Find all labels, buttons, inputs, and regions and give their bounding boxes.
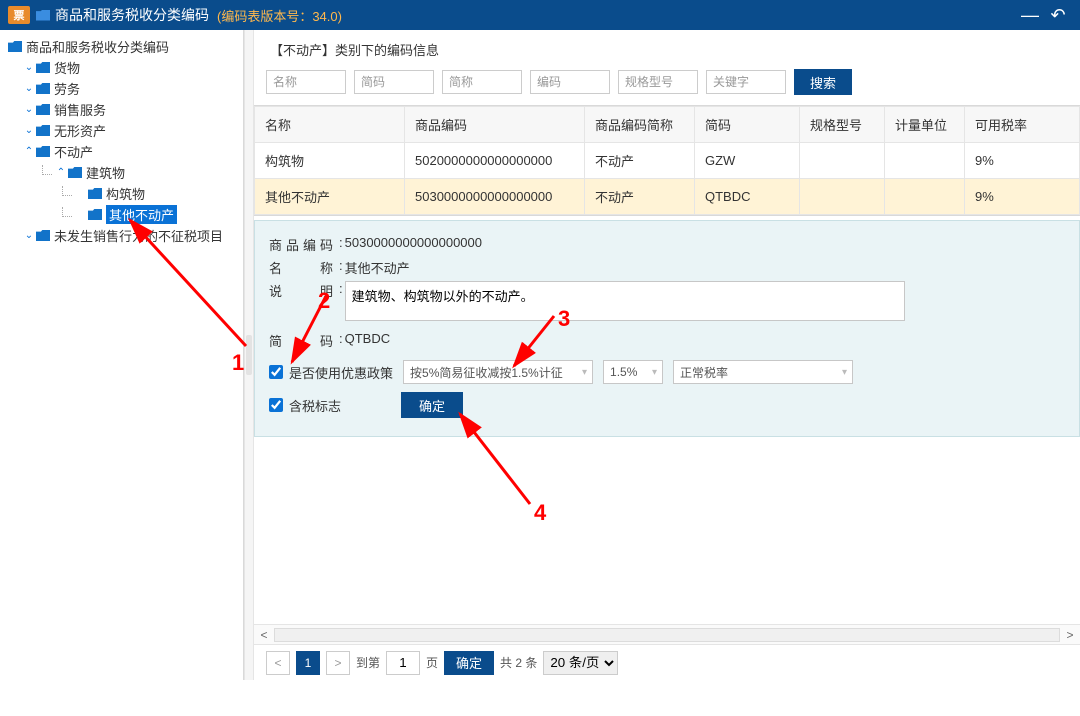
scroll-left-icon[interactable]: < xyxy=(254,628,274,642)
scroll-right-icon[interactable]: > xyxy=(1060,628,1080,642)
version-label: (编码表版本号：34.0) xyxy=(217,6,342,25)
expand-icon[interactable]: ⌄ xyxy=(22,83,36,94)
page-unit: 页 xyxy=(426,654,438,671)
window-title: 商品和服务税收分类编码 xyxy=(55,5,209,25)
filter-name[interactable] xyxy=(266,70,346,94)
tree-node-goods[interactable]: ⌄ 货物 xyxy=(4,57,239,78)
expand-icon[interactable]: ⌄ xyxy=(22,125,36,136)
table-row-selected[interactable]: 其他不动产 5030000000000000000 不动产 QTBDC 9% xyxy=(255,179,1080,215)
tree-label: 商品和服务税收分类编码 xyxy=(26,37,169,56)
filter-keyword[interactable] xyxy=(706,70,786,94)
use-policy-checkbox[interactable]: 是否使用优惠政策 xyxy=(269,363,393,382)
splitter[interactable] xyxy=(244,30,254,680)
page-prev-button[interactable]: < xyxy=(266,651,290,675)
expand-icon[interactable]: ⌄ xyxy=(22,104,36,115)
checkbox-icon[interactable] xyxy=(269,365,283,379)
tree-root[interactable]: 商品和服务税收分类编码 xyxy=(4,36,239,57)
pagination-bar: < 1 > 到第 页 确定 共 2 条 20 条/页 xyxy=(254,644,1080,680)
desc-textarea[interactable]: 建筑物、构筑物以外的不动产。 xyxy=(345,281,905,321)
rate-note-select[interactable]: 正常税率 xyxy=(673,360,853,384)
minimize-button[interactable]: — xyxy=(1016,5,1044,26)
category-tree: 商品和服务税收分类编码 ⌄ 货物 ⌄ 劳务 ⌄ 销售服务 ⌄ 无形资产 ⌃ 不动产 ⌃ 建筑… xyxy=(0,30,244,680)
filter-shortname[interactable] xyxy=(442,70,522,94)
tree-node-realestate[interactable]: ⌃ 不动产 xyxy=(4,141,239,162)
collapse-icon[interactable]: ⌃ xyxy=(22,146,36,157)
label-name: 名 称 xyxy=(269,258,339,277)
checkbox-icon[interactable] xyxy=(269,398,283,412)
app-logo: 票 xyxy=(8,6,30,24)
page-1-button[interactable]: 1 xyxy=(296,651,320,675)
policy-select[interactable]: 按5%简易征收减按1.5%计征 xyxy=(403,360,593,384)
goto-page-input[interactable] xyxy=(386,651,420,675)
search-button[interactable]: 搜索 xyxy=(794,69,852,95)
total-count: 共 2 条 xyxy=(500,654,537,671)
use-policy-label: 是否使用优惠政策 xyxy=(289,363,393,382)
tree-node-other-realestate[interactable]: 其他不动产 xyxy=(4,204,239,225)
value-name: 其他不动产 xyxy=(345,258,410,277)
col-shortname[interactable]: 商品编码简称 xyxy=(585,107,695,143)
value-short: QTBDC xyxy=(345,331,391,346)
col-shortcode[interactable]: 简码 xyxy=(695,107,800,143)
tree-node-labor[interactable]: ⌄ 劳务 xyxy=(4,78,239,99)
col-code[interactable]: 商品编码 xyxy=(405,107,585,143)
page-size-select[interactable]: 20 条/页 xyxy=(543,651,618,675)
folder-icon xyxy=(36,10,50,21)
page-next-button[interactable]: > xyxy=(326,651,350,675)
tree-node-structure[interactable]: 构筑物 xyxy=(4,183,239,204)
label-short: 简 码 xyxy=(269,331,339,350)
tree-label: 建筑物 xyxy=(86,163,125,182)
filter-bar: 搜索 xyxy=(254,65,1080,105)
value-code: 5030000000000000000 xyxy=(345,235,482,250)
tree-node-intangible[interactable]: ⌄ 无形资产 xyxy=(4,120,239,141)
goto-label: 到第 xyxy=(356,654,380,671)
tax-flag-label: 含税标志 xyxy=(289,396,341,415)
filter-shortcode[interactable] xyxy=(354,70,434,94)
label-desc: 说 明 xyxy=(269,281,339,300)
results-table: 名称 商品编码 商品编码简称 简码 规格型号 计量单位 可用税率 构筑物 502… xyxy=(254,105,1080,216)
tax-flag-checkbox[interactable]: 含税标志 xyxy=(269,396,341,415)
tree-label: 未发生销售行为的不征税项目 xyxy=(54,226,223,245)
tree-label: 无形资产 xyxy=(54,121,106,140)
col-unit[interactable]: 计量单位 xyxy=(885,107,965,143)
label-code: 商品编码 xyxy=(269,235,339,254)
expand-icon[interactable]: ⌄ xyxy=(22,230,36,241)
tree-label: 构筑物 xyxy=(106,184,145,203)
tree-label: 劳务 xyxy=(54,79,80,98)
goto-confirm-button[interactable]: 确定 xyxy=(444,651,494,675)
filter-code[interactable] xyxy=(530,70,610,94)
table-header-row: 名称 商品编码 商品编码简称 简码 规格型号 计量单位 可用税率 xyxy=(255,107,1080,143)
horizontal-scrollbar[interactable]: < > xyxy=(254,624,1080,644)
tree-node-sales-service[interactable]: ⌄ 销售服务 xyxy=(4,99,239,120)
tree-label: 销售服务 xyxy=(54,100,106,119)
tree-label-selected: 其他不动产 xyxy=(106,205,177,224)
tree-node-nosale[interactable]: ⌄ 未发生销售行为的不征税项目 xyxy=(4,225,239,246)
filter-spec[interactable] xyxy=(618,70,698,94)
rate-select[interactable]: 1.5% xyxy=(603,360,663,384)
col-rate[interactable]: 可用税率 xyxy=(965,107,1080,143)
confirm-button[interactable]: 确定 xyxy=(401,392,463,418)
breadcrumb: 【不动产】类别下的编码信息 xyxy=(254,30,1080,65)
back-button[interactable]: ↶ xyxy=(1044,5,1072,26)
col-spec[interactable]: 规格型号 xyxy=(800,107,885,143)
collapse-icon[interactable]: ⌃ xyxy=(54,167,68,178)
title-bar: 票 商品和服务税收分类编码 (编码表版本号：34.0) — ↶ xyxy=(0,0,1080,30)
tree-label: 货物 xyxy=(54,58,80,77)
tree-label: 不动产 xyxy=(54,142,93,161)
col-name[interactable]: 名称 xyxy=(255,107,405,143)
detail-panel: 商品编码: 5030000000000000000 名 称: 其他不动产 说 明… xyxy=(254,220,1080,437)
table-row[interactable]: 构筑物 5020000000000000000 不动产 GZW 9% xyxy=(255,143,1080,179)
expand-icon[interactable]: ⌄ xyxy=(22,62,36,73)
tree-node-building[interactable]: ⌃ 建筑物 xyxy=(4,162,239,183)
